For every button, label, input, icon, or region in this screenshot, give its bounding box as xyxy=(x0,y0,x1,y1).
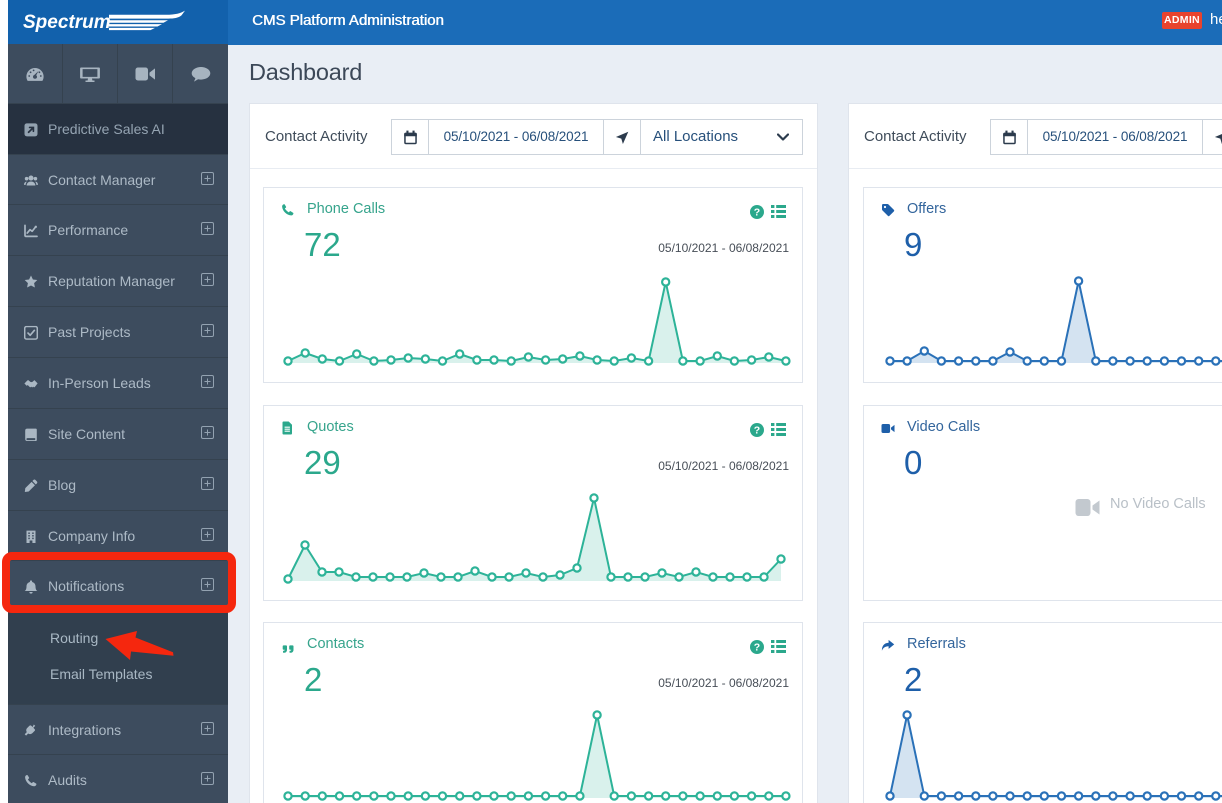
svg-text:Spectrum: Spectrum xyxy=(23,12,111,33)
